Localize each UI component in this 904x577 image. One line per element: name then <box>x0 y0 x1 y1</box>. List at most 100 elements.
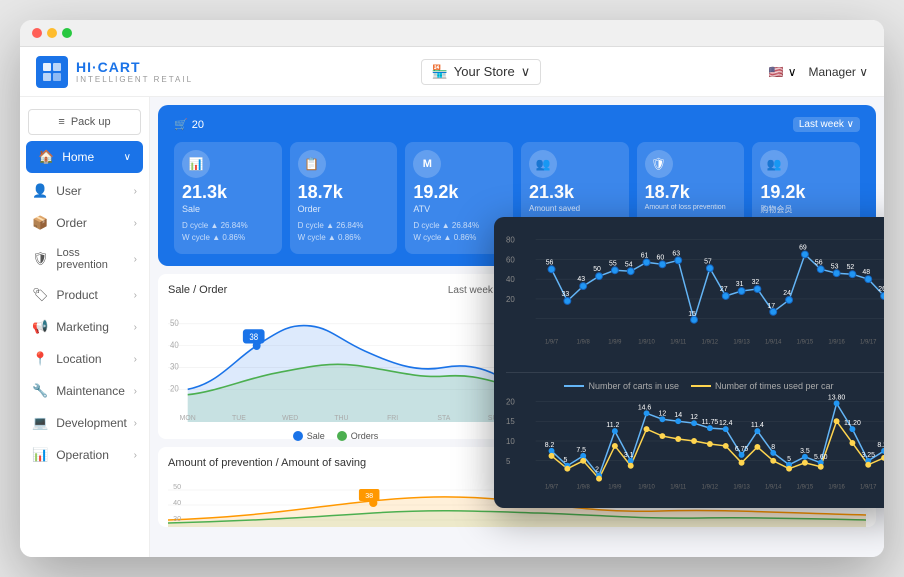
pack-up-icon: ≡ <box>58 116 64 128</box>
svg-text:5: 5 <box>787 456 791 463</box>
svg-text:1/9/17: 1/9/17 <box>860 485 876 491</box>
operation-icon: 📊 <box>32 447 48 463</box>
sidebar-item-marketing-left: 📢 Marketing <box>32 319 109 335</box>
svg-text:48: 48 <box>862 269 870 276</box>
sidebar-loss-label: Loss prevention <box>57 247 134 271</box>
marketing-icon: 📢 <box>32 319 48 335</box>
cart-icon: 🛒 <box>174 118 188 131</box>
dark-chart-bar-section: 80 60 40 20 <box>506 229 884 364</box>
svg-text:38: 38 <box>365 492 373 500</box>
sidebar-item-development[interactable]: 💻 Development › <box>20 407 149 439</box>
stat-cycle-sale: D cycle ▲ 26.84% W cycle ▲ 0.86% <box>182 220 274 246</box>
logo-text: HI·CART <box>76 59 193 75</box>
svg-text:5: 5 <box>506 457 511 466</box>
flag-selector[interactable]: 🇺🇸 ∨ <box>769 65 797 79</box>
content-area: 🛒 20 Last week ∨ 📊 21.3k Sale D cycle <box>150 97 884 557</box>
sidebar-item-user[interactable]: 👤 User › <box>20 175 149 207</box>
svg-text:1/9/16: 1/9/16 <box>828 339 845 345</box>
pack-up-button[interactable]: ≡ Pack up <box>28 109 141 135</box>
sidebar-product-label: Product <box>57 288 98 302</box>
sidebar-item-operation-left: 📊 Operation <box>32 447 109 463</box>
svg-text:52: 52 <box>847 264 855 271</box>
sidebar-item-location[interactable]: 📍 Location › <box>20 343 149 375</box>
svg-text:13.80: 13.80 <box>828 394 845 401</box>
chevron-right-icon: › <box>134 354 137 365</box>
stats-header: 🛒 20 Last week ∨ <box>174 117 860 132</box>
sidebar-item-maintenance-left: 🔧 Maintenance <box>32 383 125 399</box>
sidebar-item-order[interactable]: 📦 Order › <box>20 207 149 239</box>
manager-button[interactable]: Manager ∨ <box>809 65 868 79</box>
dark-bar-chart-svg: 80 60 40 20 <box>506 229 884 359</box>
stat-card-order: 📋 18.7k Order D cycle ▲ 26.84% W cycle ▲… <box>290 142 398 254</box>
minimize-dot[interactable] <box>47 28 57 38</box>
stat-cycle-atv: D cycle ▲ 26.84% W cycle ▲ 0.86% <box>413 220 505 246</box>
logo: HI·CART INTELLIGENT RETAIL <box>36 56 193 88</box>
svg-text:14: 14 <box>674 412 682 419</box>
sidebar-item-product[interactable]: 🏷 Product › <box>20 279 149 311</box>
chart-legend-sale-order: Sale Orders <box>168 431 503 441</box>
browser-window: HI·CART INTELLIGENT RETAIL 🏪 Your Store … <box>20 20 884 557</box>
sidebar-item-operation[interactable]: 📊 Operation › <box>20 439 149 471</box>
stat-label-sale: Sale <box>182 204 274 214</box>
svg-text:60: 60 <box>506 255 515 264</box>
store-selector-label: Your Store <box>454 64 515 79</box>
svg-text:1/9/7: 1/9/7 <box>545 485 558 491</box>
sale-order-chart-svg: 50 40 30 20 <box>168 302 503 422</box>
svg-text:10: 10 <box>506 437 515 446</box>
svg-text:20: 20 <box>170 383 179 393</box>
location-icon: 📍 <box>32 351 48 367</box>
top-bar: HI·CART INTELLIGENT RETAIL 🏪 Your Store … <box>20 47 884 97</box>
stat-label-members: 购物会员 <box>760 204 852 215</box>
dark-chart-divider <box>506 372 884 373</box>
svg-text:1/9/8: 1/9/8 <box>577 485 591 491</box>
stat-value-atv: 19.2k <box>413 182 505 204</box>
svg-text:26: 26 <box>878 286 884 293</box>
pack-up-label: Pack up <box>71 116 111 128</box>
svg-text:54: 54 <box>625 261 633 268</box>
svg-text:7.5: 7.5 <box>576 447 586 454</box>
svg-text:61: 61 <box>641 252 649 259</box>
floating-chart-container: 80 60 40 20 <box>494 217 884 508</box>
flag-icon: 🇺🇸 <box>769 65 784 79</box>
svg-text:1/9/9: 1/9/9 <box>608 485 622 491</box>
svg-text:57: 57 <box>704 258 712 265</box>
sidebar-order-label: Order <box>56 216 87 230</box>
last-week-button[interactable]: Last week ∨ <box>793 117 860 132</box>
product-icon: 🏷 <box>32 287 49 303</box>
browser-bar <box>20 20 884 47</box>
svg-text:8.20: 8.20 <box>877 442 884 449</box>
stat-label-order: Order <box>298 204 390 214</box>
home-icon: 🏠 <box>38 149 54 165</box>
logo-icon <box>36 56 68 88</box>
legend-dot-sale <box>293 431 303 441</box>
svg-text:12: 12 <box>659 410 667 417</box>
svg-text:38: 38 <box>249 332 258 342</box>
main-layout: ≡ Pack up 🏠 Home ∨ 👤 User › <box>20 97 884 557</box>
svg-text:5: 5 <box>563 457 567 464</box>
svg-text:20: 20 <box>506 397 515 406</box>
svg-text:3.1: 3.1 <box>624 452 634 459</box>
sidebar-item-product-left: 🏷 Product <box>32 287 98 303</box>
sidebar-item-loss-prevention[interactable]: 🛡 Loss prevention › <box>20 239 149 279</box>
svg-text:1/9/14: 1/9/14 <box>765 339 782 345</box>
sidebar-item-home[interactable]: 🏠 Home ∨ <box>26 141 143 173</box>
stat-icon-members: 👥 <box>760 150 788 178</box>
svg-text:27: 27 <box>720 286 728 293</box>
svg-text:STA: STA <box>437 413 450 422</box>
svg-text:50: 50 <box>173 483 181 491</box>
svg-text:1/9/11: 1/9/11 <box>670 485 686 491</box>
svg-text:12.4: 12.4 <box>719 420 733 427</box>
stat-value-amount-saved: 21.3k <box>529 182 621 204</box>
store-selector[interactable]: 🏪 Your Store ∨ <box>421 59 542 85</box>
svg-text:1/9/9: 1/9/9 <box>608 339 622 345</box>
chart-sale-order: Sale / Order Last week ∨ 50 40 <box>158 274 513 439</box>
chevron-right-icon: › <box>134 386 137 397</box>
chevron-right-icon: › <box>134 186 137 197</box>
sidebar-item-maintenance[interactable]: 🔧 Maintenance › <box>20 375 149 407</box>
close-dot[interactable] <box>32 28 42 38</box>
svg-text:TUE: TUE <box>232 413 246 422</box>
sidebar-item-marketing[interactable]: 📢 Marketing › <box>20 311 149 343</box>
svg-text:24: 24 <box>783 290 791 297</box>
stat-value-sale: 21.3k <box>182 182 274 204</box>
maximize-dot[interactable] <box>62 28 72 38</box>
